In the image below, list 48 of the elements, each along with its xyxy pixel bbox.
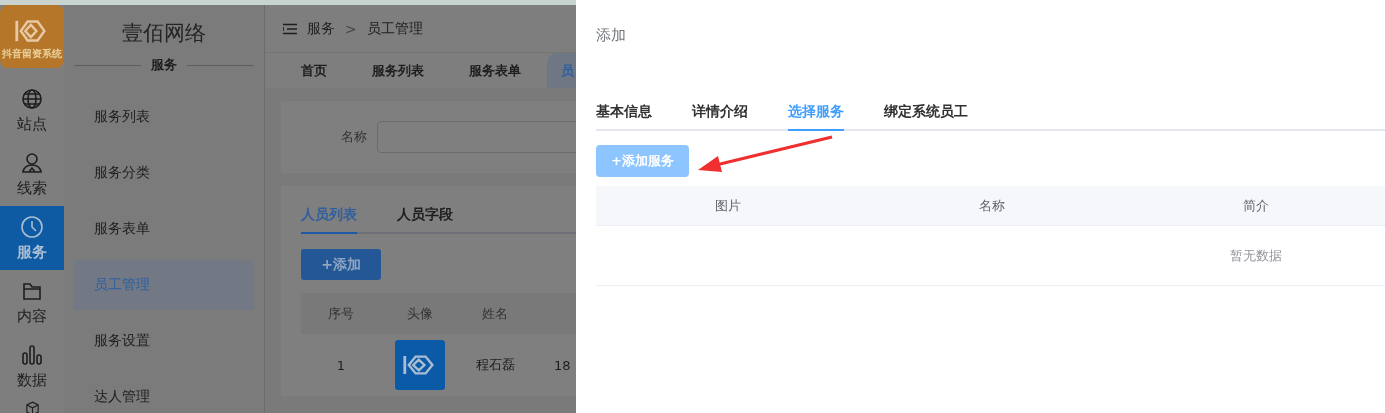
rail-item[interactable]: 站点 [0,68,64,142]
logo-caption: 抖音留资系统 [2,48,62,59]
drawer-title: 添加 [596,25,627,45]
column-header: 序号 [327,304,355,323]
column-header: 头像 [406,304,434,323]
sidebar-item[interactable]: 服务表单 [74,204,254,254]
rail-item[interactable]: 线索 [0,142,64,206]
add-button[interactable]: +添加 [301,249,381,280]
table-cell-text: 18 [553,357,572,373]
rail-label: 内容 [17,306,47,326]
page-tab[interactable]: 服务表单 [469,61,521,80]
rail-label: 线索 [17,178,47,198]
list-tab[interactable]: 人员字段 [397,206,453,232]
sidebar-item[interactable]: 服务分类 [74,148,254,198]
rail-item[interactable]: 数据 [0,334,64,398]
breadcrumb-separator: > [345,20,357,37]
drawer-tab[interactable]: 基本信息 [596,103,652,129]
rail-label: 数据 [17,370,47,390]
sidebar-item[interactable]: 达人管理 [74,372,254,413]
table-cell-text: 程石磊 [474,356,516,374]
column-header: 图片 [714,196,742,215]
column-header: 名称 [978,196,1006,215]
column-header: 姓名 [481,304,509,323]
empty-text: 暂无数据 [1229,246,1283,265]
app-title: 壹佰网络 [121,20,207,47]
bar-chart-icon [20,342,44,367]
person-icon [20,150,44,175]
field-label: 名称 [341,128,367,146]
sidebar-item[interactable]: 服务列表 [74,92,254,142]
globe-icon [20,86,44,111]
table-cell-text: 1 [335,357,347,373]
rail-item[interactable]: 服务 [0,206,64,270]
menu-icon [283,22,297,35]
clock-icon [20,214,44,239]
column-header: 简介 [1242,196,1270,215]
breadcrumb-item[interactable]: 员工管理 [366,19,423,38]
page-tab[interactable]: 服务列表 [372,61,424,80]
rail-label: 站点 [17,114,47,134]
page-tab[interactable]: 首页 [301,61,327,80]
drawer-tab[interactable]: 详情介绍 [692,103,748,129]
drawer-tab[interactable]: 选择服务 [788,103,844,131]
drawer-tab[interactable]: 绑定系统员工 [884,103,968,129]
section-title: 服务 [151,56,177,74]
cube-icon [23,400,41,413]
rail-label: 服务 [17,242,47,262]
sidebar-item[interactable]: 服务设置 [74,316,254,366]
rail-item[interactable]: 内容 [0,270,64,334]
breadcrumb-item[interactable]: 服务 [307,19,335,38]
